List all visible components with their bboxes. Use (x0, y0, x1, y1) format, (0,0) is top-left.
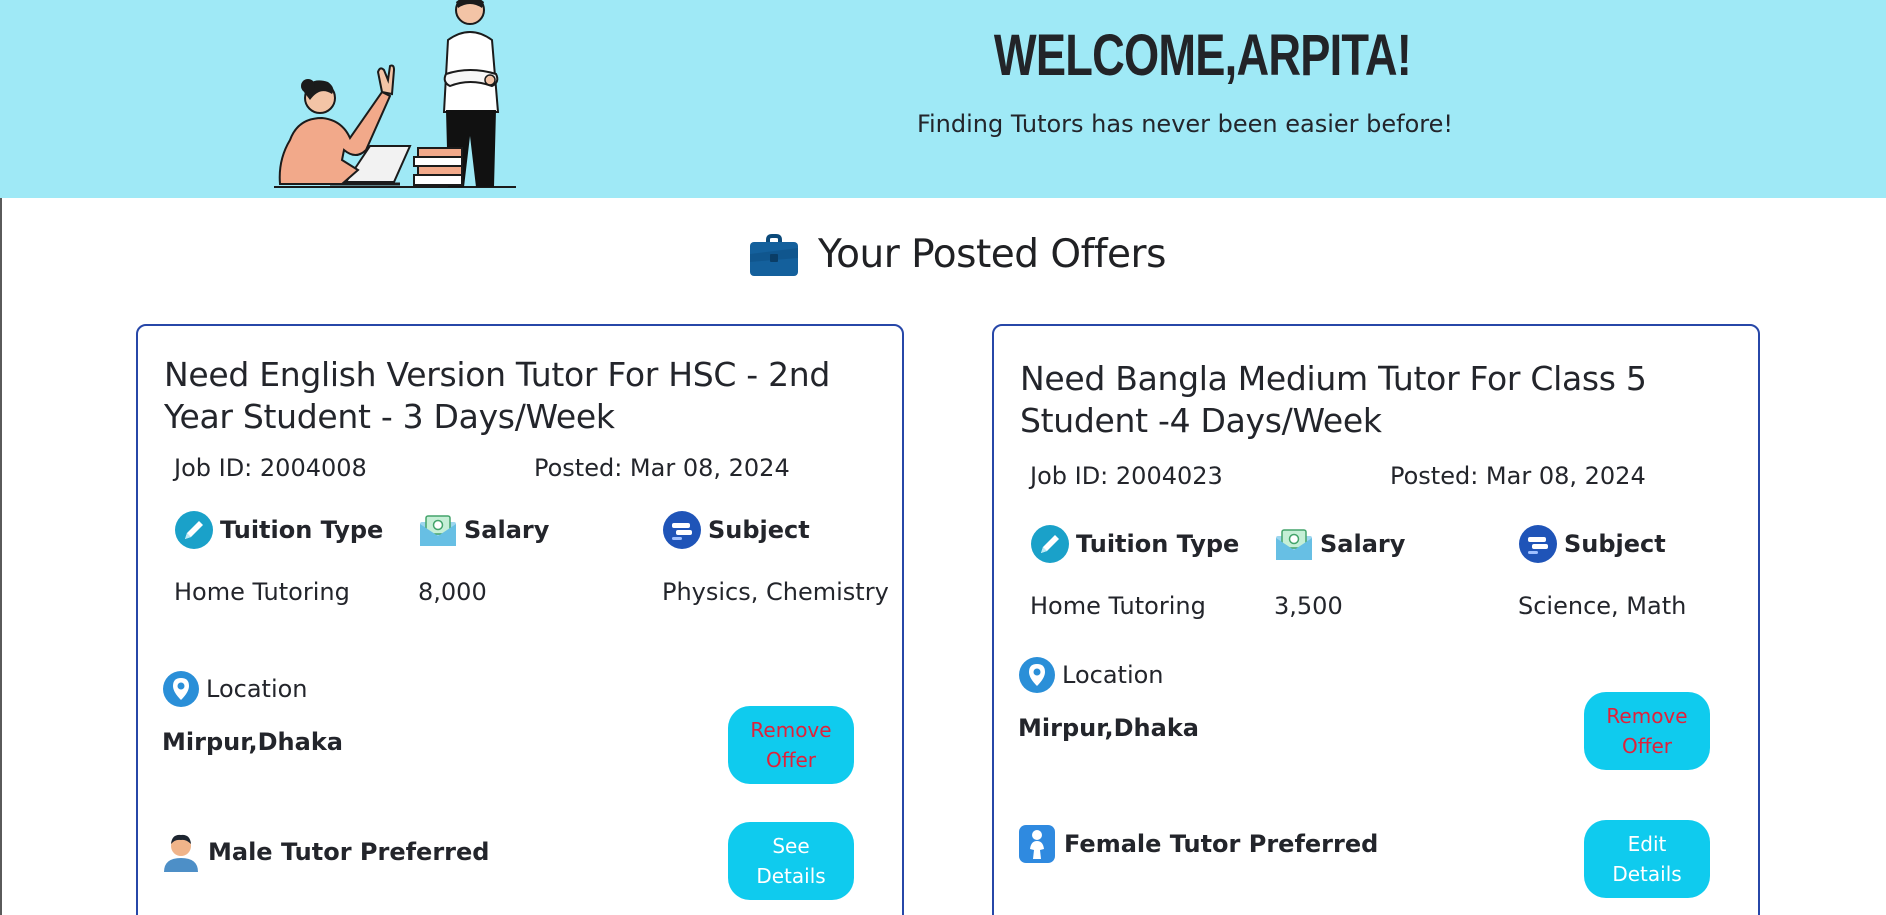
section-header: Your Posted Offers (748, 226, 1166, 282)
posted-date: Posted: Mar 08, 2024 (1390, 462, 1646, 490)
location-value: Mirpur,Dhaka (1018, 714, 1199, 742)
tuition-type-label: Tuition Type (1076, 530, 1240, 558)
tutor-preference-label: Male Tutor Preferred (208, 838, 490, 866)
location-pin-icon (1019, 657, 1055, 693)
female-user-icon (1019, 825, 1055, 863)
location-value: Mirpur,Dhaka (162, 728, 343, 756)
subject-value: Physics, Chemistry (662, 578, 889, 606)
tuition-type-label: Tuition Type (220, 516, 384, 544)
offer-title: Need English Version Tutor For HSC - 2nd… (164, 355, 831, 436)
subject-label: Subject (1564, 530, 1666, 558)
tutoring-illustration (274, 0, 516, 188)
salary-value: 3,500 (1274, 592, 1343, 620)
subject-label: Subject (708, 516, 810, 544)
subject-icon (1519, 525, 1557, 563)
remove-offer-button[interactable]: Remove Offer (728, 706, 854, 784)
job-id: Job ID: 2004008 (174, 454, 367, 482)
remove-offer-button[interactable]: Remove Offer (1584, 692, 1710, 770)
offer-card: Need Bangla Medium Tutor For Class 5 Stu… (992, 324, 1760, 915)
subject-column: Subject Science, Math (1518, 524, 1748, 625)
tuition-type-column: Tuition Type Home Tutoring (174, 510, 404, 611)
location-pin-icon (163, 671, 199, 707)
tuition-type-value: Home Tutoring (1030, 592, 1206, 620)
pencil-icon (175, 511, 213, 549)
tutor-preference-label: Female Tutor Preferred (1064, 830, 1379, 858)
salary-value: 8,000 (418, 578, 487, 606)
welcome-banner: WELCOME,ARPITA! Finding Tutors has never… (0, 0, 1886, 198)
job-id: Job ID: 2004023 (1030, 462, 1223, 490)
posted-date: Posted: Mar 08, 2024 (534, 454, 790, 482)
pencil-icon (1031, 525, 1069, 563)
location-label: Location (206, 675, 308, 703)
salary-label: Salary (464, 516, 550, 544)
tutor-preference: Male Tutor Preferred (162, 832, 489, 872)
see-details-button[interactable]: See Details (728, 822, 854, 900)
welcome-subtitle: Finding Tutors has never been easier bef… (916, 110, 1454, 138)
male-user-icon (164, 834, 198, 872)
tutor-preference: Female Tutor Preferred (1018, 824, 1378, 864)
salary-column: Salary 8,000 (418, 510, 648, 611)
tuition-type-value: Home Tutoring (174, 578, 350, 606)
money-envelope-icon (420, 515, 456, 546)
offer-card: Need English Version Tutor For HSC - 2nd… (136, 324, 904, 915)
edit-details-button[interactable]: Edit Details (1584, 820, 1710, 898)
subject-icon (663, 511, 701, 549)
location-header: Location (162, 670, 308, 708)
section-title: Your Posted Offers (818, 231, 1166, 277)
salary-label: Salary (1320, 530, 1406, 558)
location-header: Location (1018, 656, 1164, 694)
salary-column: Salary 3,500 (1274, 524, 1504, 625)
location-label: Location (1062, 661, 1164, 689)
offer-title: Need Bangla Medium Tutor For Class 5 Stu… (1020, 359, 1647, 440)
tuition-type-column: Tuition Type Home Tutoring (1030, 524, 1260, 625)
briefcase-icon (750, 234, 798, 276)
subject-column: Subject Physics, Chemistry (662, 510, 892, 611)
welcome-title: WELCOME,ARPITA! (993, 23, 1412, 88)
subject-value: Science, Math (1518, 592, 1687, 620)
money-envelope-icon (1276, 529, 1312, 560)
